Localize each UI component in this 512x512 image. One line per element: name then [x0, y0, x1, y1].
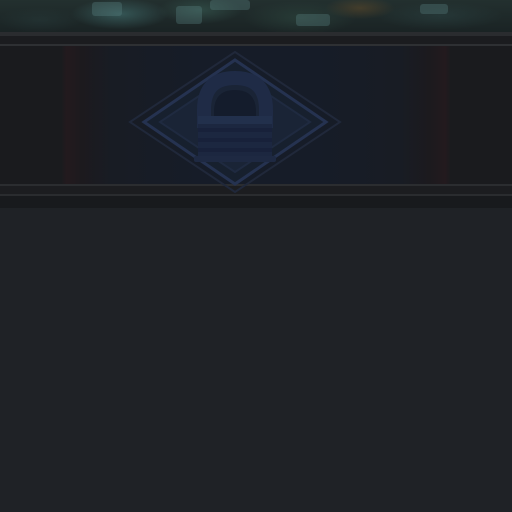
banner-bottom-border: [0, 196, 512, 208]
background-artwork: [0, 0, 512, 32]
game-screen: [0, 0, 512, 512]
empty-content-panel: [0, 208, 512, 512]
banner-top-border-inner: [0, 36, 512, 44]
locked-padlock-icon: [128, 50, 342, 194]
